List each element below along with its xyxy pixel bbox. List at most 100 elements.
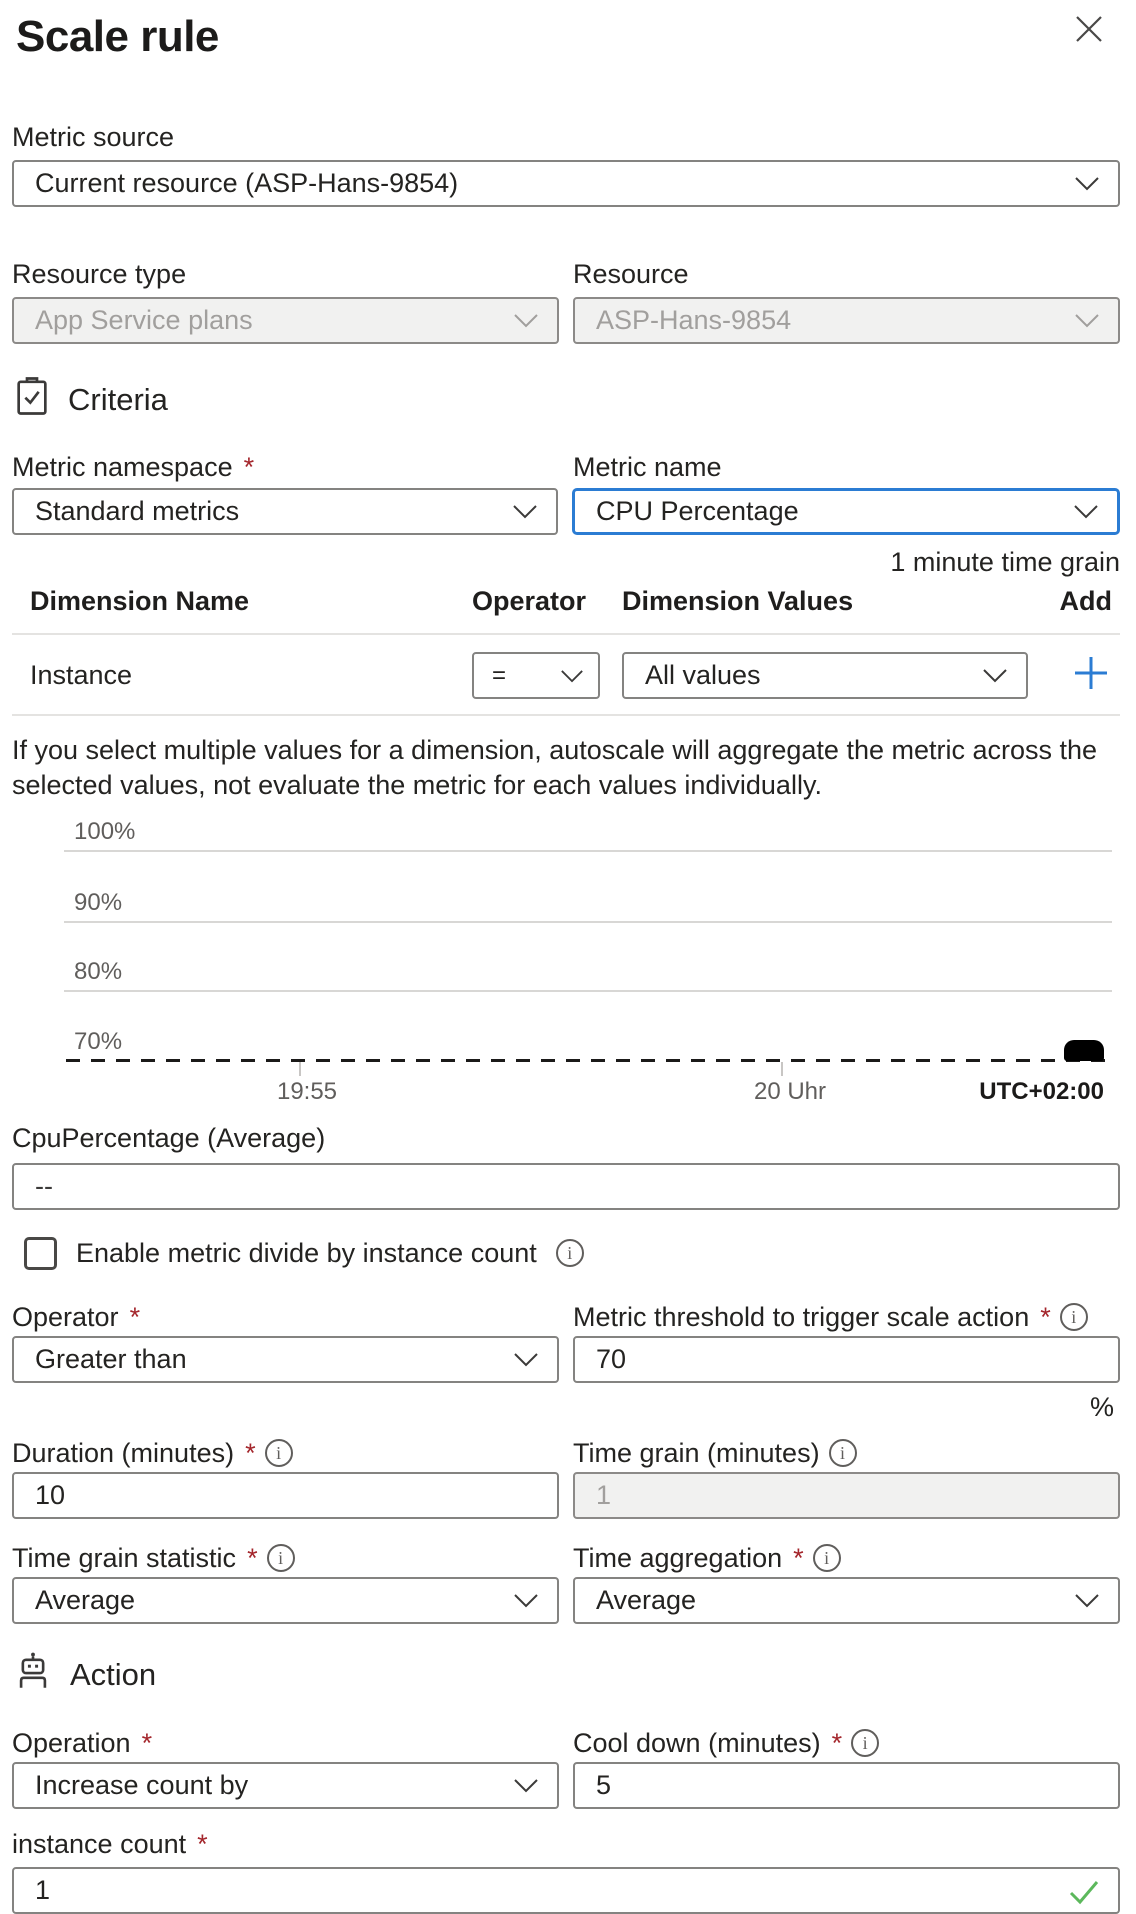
time-grain-note: 1 minute time grain [12, 547, 1120, 578]
add-header: Add [1028, 586, 1120, 617]
required-asterisk: * [244, 450, 255, 484]
scale-rule-dialog: Scale rule Metric source Current resourc… [0, 0, 1136, 1870]
required-asterisk: * [247, 1541, 258, 1575]
required-asterisk: * [793, 1541, 804, 1575]
add-dimension-button[interactable] [1028, 652, 1120, 699]
cooldown-value: 5 [596, 1770, 611, 1801]
chevron-down-icon [560, 660, 584, 691]
metric-preview-chart: 100% 90% 80% 70% 19:55 20 Uhr UTC+02:00 [12, 825, 1120, 1107]
metric-name-dropdown[interactable]: CPU Percentage [572, 488, 1120, 535]
robot-icon [12, 1650, 54, 1700]
divide-by-instance-label: Enable metric divide by instance count [76, 1236, 537, 1270]
threshold-value: 70 [596, 1344, 626, 1375]
chevron-down-icon [1074, 305, 1100, 336]
info-icon[interactable]: i [829, 1439, 857, 1467]
duration-value: 10 [35, 1480, 65, 1511]
instance-count-value: 1 [35, 1875, 50, 1906]
chevron-down-icon [513, 305, 539, 336]
gridline [64, 850, 1112, 852]
metric-value-input[interactable]: -- [12, 1163, 1120, 1210]
metric-value-label: CpuPercentage (Average) [12, 1121, 1120, 1155]
info-icon[interactable]: i [265, 1439, 293, 1467]
cooldown-input[interactable]: 5 [573, 1762, 1120, 1809]
metric-name-label: Metric name [573, 450, 1120, 484]
divide-by-instance-checkbox[interactable] [24, 1237, 57, 1270]
threshold-input[interactable]: 70 [573, 1336, 1120, 1383]
clipboard-check-icon [12, 374, 52, 426]
threshold-label: Metric threshold to trigger scale action… [573, 1300, 1120, 1334]
required-asterisk: * [245, 1436, 256, 1470]
gridline [64, 990, 1112, 992]
dimension-row: Instance = All values [12, 652, 1120, 699]
gridline [64, 921, 1112, 923]
time-aggregation-dropdown[interactable]: Average [573, 1577, 1120, 1624]
threshold-drag-handle[interactable] [1064, 1040, 1104, 1061]
duration-label: Duration (minutes) * i [12, 1436, 559, 1470]
cooldown-label: Cool down (minutes) * i [573, 1726, 1120, 1760]
dialog-header: Scale rule [0, 0, 1136, 64]
resource-type-dropdown: App Service plans [12, 297, 559, 344]
action-heading: Action [70, 1657, 156, 1693]
info-icon[interactable]: i [851, 1729, 879, 1757]
dimension-values-dropdown[interactable]: All values [622, 652, 1028, 699]
x-axis-tick [299, 1062, 301, 1076]
metric-value-text: -- [35, 1171, 53, 1202]
divider [12, 633, 1120, 635]
required-asterisk: * [832, 1726, 843, 1760]
required-asterisk: * [142, 1726, 153, 1760]
info-icon[interactable]: i [1060, 1303, 1088, 1331]
threshold-line[interactable] [66, 1059, 1112, 1062]
action-section-header: Action [12, 1650, 1120, 1700]
time-grain-value: 1 [596, 1480, 611, 1511]
y-tick-100: 100% [74, 818, 135, 846]
duration-input[interactable]: 10 [12, 1472, 559, 1519]
x-tick-label: 20 Uhr [720, 1078, 860, 1106]
close-icon[interactable] [1072, 12, 1106, 46]
time-grain-statistic-dropdown[interactable]: Average [12, 1577, 559, 1624]
metric-source-dropdown[interactable]: Current resource (ASP-Hans-9854) [12, 160, 1120, 207]
operator-label: Operator * [12, 1300, 559, 1334]
resource-type-label: Resource type [12, 257, 559, 291]
operation-label: Operation * [12, 1726, 559, 1760]
resource-label: Resource [573, 257, 1120, 291]
metric-name-value: CPU Percentage [596, 496, 799, 527]
resource-type-value: App Service plans [35, 305, 253, 336]
dimension-operator-value: = [492, 662, 506, 690]
instance-count-label: instance count * [12, 1827, 1120, 1861]
dimension-name-header: Dimension Name [30, 586, 472, 617]
dimension-operator-dropdown[interactable]: = [472, 652, 600, 699]
chevron-down-icon [513, 1770, 539, 1801]
page-title: Scale rule [16, 10, 1136, 64]
info-icon[interactable]: i [813, 1544, 841, 1572]
time-aggregation-label: Time aggregation * i [573, 1541, 1120, 1575]
criteria-heading: Criteria [68, 382, 168, 418]
metric-namespace-label: Metric namespace * [12, 450, 559, 484]
y-tick-70: 70% [74, 1028, 122, 1056]
resource-dropdown: ASP-Hans-9854 [573, 297, 1120, 344]
metric-source-value: Current resource (ASP-Hans-9854) [35, 168, 458, 199]
dimension-values-header: Dimension Values [622, 586, 1028, 617]
y-tick-90: 90% [74, 889, 122, 917]
threshold-unit: % [12, 1392, 1120, 1423]
metric-namespace-dropdown[interactable]: Standard metrics [12, 488, 558, 535]
operation-dropdown[interactable]: Increase count by [12, 1762, 559, 1809]
chevron-down-icon [1074, 168, 1100, 199]
criteria-section-header: Criteria [12, 374, 1120, 426]
x-tick-label: 19:55 [237, 1078, 377, 1106]
info-icon[interactable]: i [267, 1544, 295, 1572]
chevron-down-icon [513, 1344, 539, 1375]
time-grain-statistic-value: Average [35, 1585, 135, 1616]
required-asterisk: * [197, 1827, 208, 1861]
info-icon[interactable]: i [556, 1239, 584, 1267]
operator-dropdown[interactable]: Greater than [12, 1336, 559, 1383]
time-aggregation-value: Average [596, 1585, 696, 1616]
instance-count-input[interactable]: 1 [12, 1867, 1120, 1914]
operator-value: Greater than [35, 1344, 187, 1375]
metric-source-label: Metric source [12, 120, 1120, 154]
operation-value: Increase count by [35, 1770, 248, 1801]
time-grain-statistic-label: Time grain statistic * i [12, 1541, 559, 1575]
timezone-label: UTC+02:00 [979, 1078, 1104, 1106]
time-grain-label: Time grain (minutes) i [573, 1436, 1120, 1470]
valid-check-icon [1068, 1879, 1100, 1912]
resource-value: ASP-Hans-9854 [596, 305, 791, 336]
